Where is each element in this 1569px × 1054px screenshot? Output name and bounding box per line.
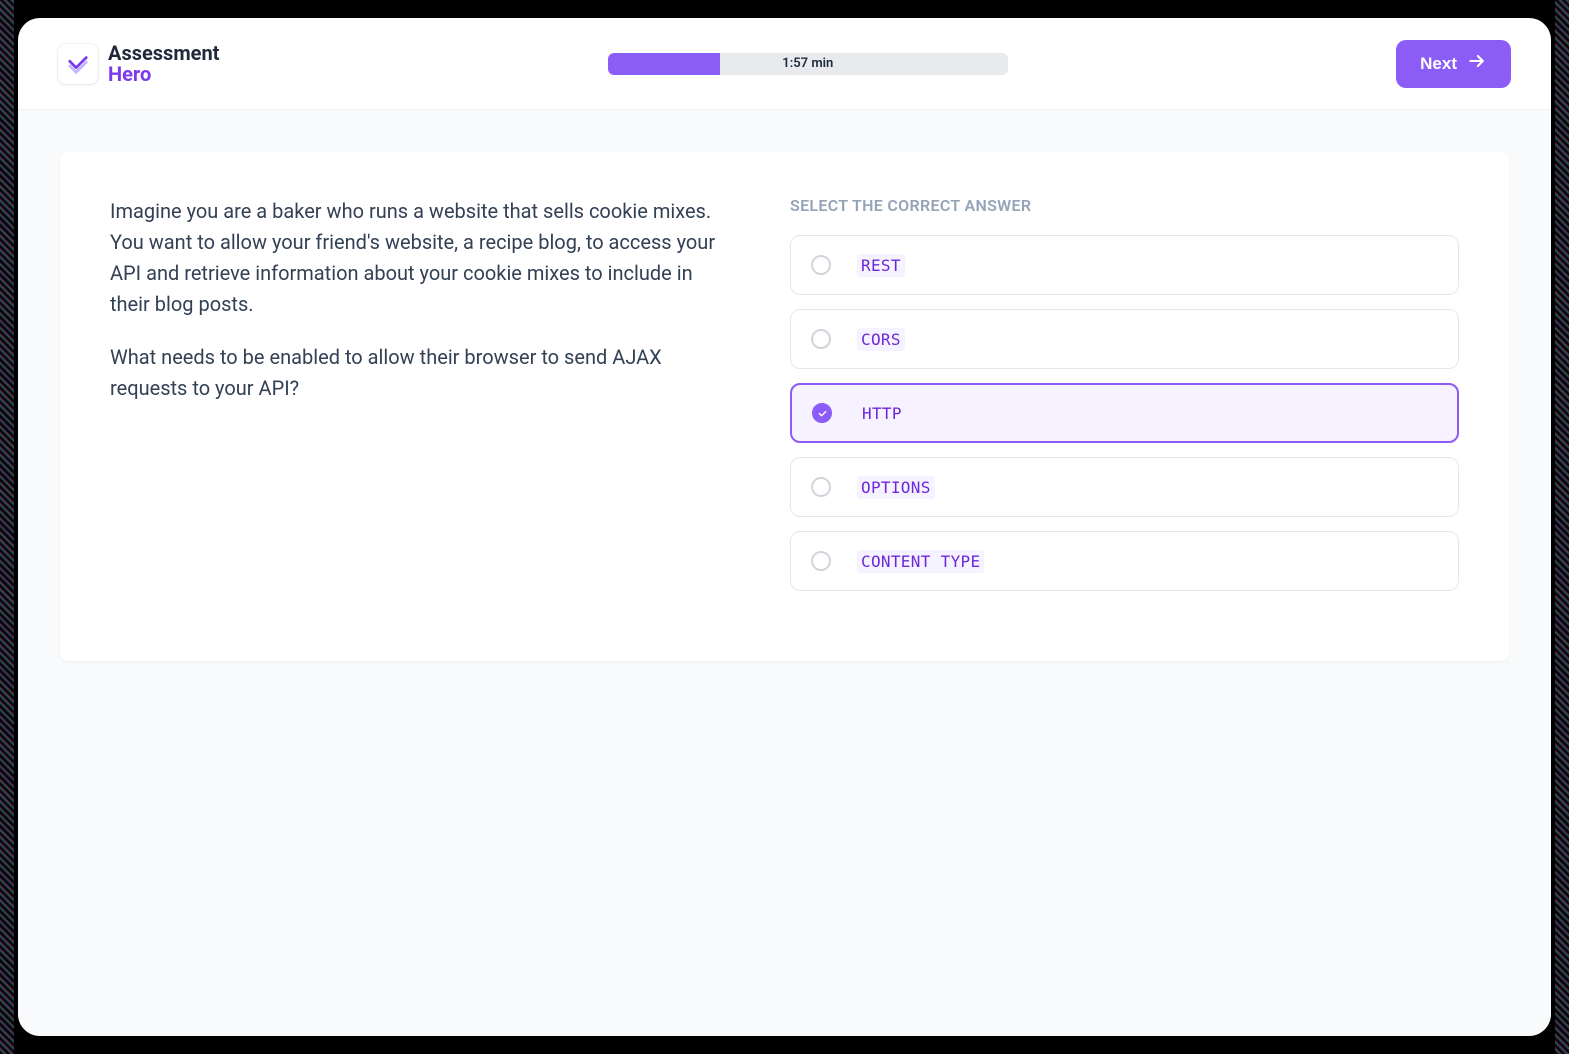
app-window: Assessment Hero 1:57 min Next <box>18 18 1551 1036</box>
brand: Assessment Hero <box>58 43 219 85</box>
radio-unchecked-icon <box>811 477 831 497</box>
radio-unchecked-icon <box>811 329 831 349</box>
question-paragraph-2: What needs to be enabled to allow their … <box>110 342 720 404</box>
radio-checked-icon <box>812 403 832 423</box>
answer-option-3[interactable]: OPTIONS <box>790 457 1459 517</box>
radio-unchecked-icon <box>811 551 831 571</box>
timer-progress-fill <box>608 53 720 75</box>
answer-option-label: OPTIONS <box>857 476 935 499</box>
timer-label: 1:57 min <box>782 56 833 71</box>
brand-name-line1: Assessment <box>108 43 219 64</box>
main-body: Imagine you are a baker who runs a websi… <box>18 110 1551 1036</box>
answers-column: SELECT THE CORRECT ANSWER REST CORS HTTP OP… <box>790 196 1459 605</box>
decorative-noise-right <box>1555 0 1569 1054</box>
brand-logo-icon <box>58 44 98 84</box>
radio-unchecked-icon <box>811 255 831 275</box>
answer-option-2[interactable]: HTTP <box>790 383 1459 443</box>
answer-option-label: CONTENT TYPE <box>857 550 984 573</box>
header: Assessment Hero 1:57 min Next <box>18 18 1551 110</box>
timer-progress-bar: 1:57 min <box>608 53 1008 75</box>
decorative-noise-left <box>0 0 14 1054</box>
answer-option-label: REST <box>857 254 905 277</box>
question-text-column: Imagine you are a baker who runs a websi… <box>110 196 720 605</box>
answer-option-4[interactable]: CONTENT TYPE <box>790 531 1459 591</box>
question-card: Imagine you are a baker who runs a websi… <box>60 152 1509 661</box>
answer-option-label: HTTP <box>858 402 906 425</box>
answer-option-0[interactable]: REST <box>790 235 1459 295</box>
next-button-label: Next <box>1420 54 1457 74</box>
next-button[interactable]: Next <box>1396 40 1511 88</box>
answers-heading: SELECT THE CORRECT ANSWER <box>790 196 1459 215</box>
progress-bar-container: 1:57 min <box>239 53 1376 75</box>
brand-name: Assessment Hero <box>108 43 219 85</box>
answer-option-1[interactable]: CORS <box>790 309 1459 369</box>
answer-option-label: CORS <box>857 328 905 351</box>
question-paragraph-1: Imagine you are a baker who runs a websi… <box>110 196 720 320</box>
arrow-right-icon <box>1467 51 1487 76</box>
brand-name-line2: Hero <box>108 64 219 85</box>
